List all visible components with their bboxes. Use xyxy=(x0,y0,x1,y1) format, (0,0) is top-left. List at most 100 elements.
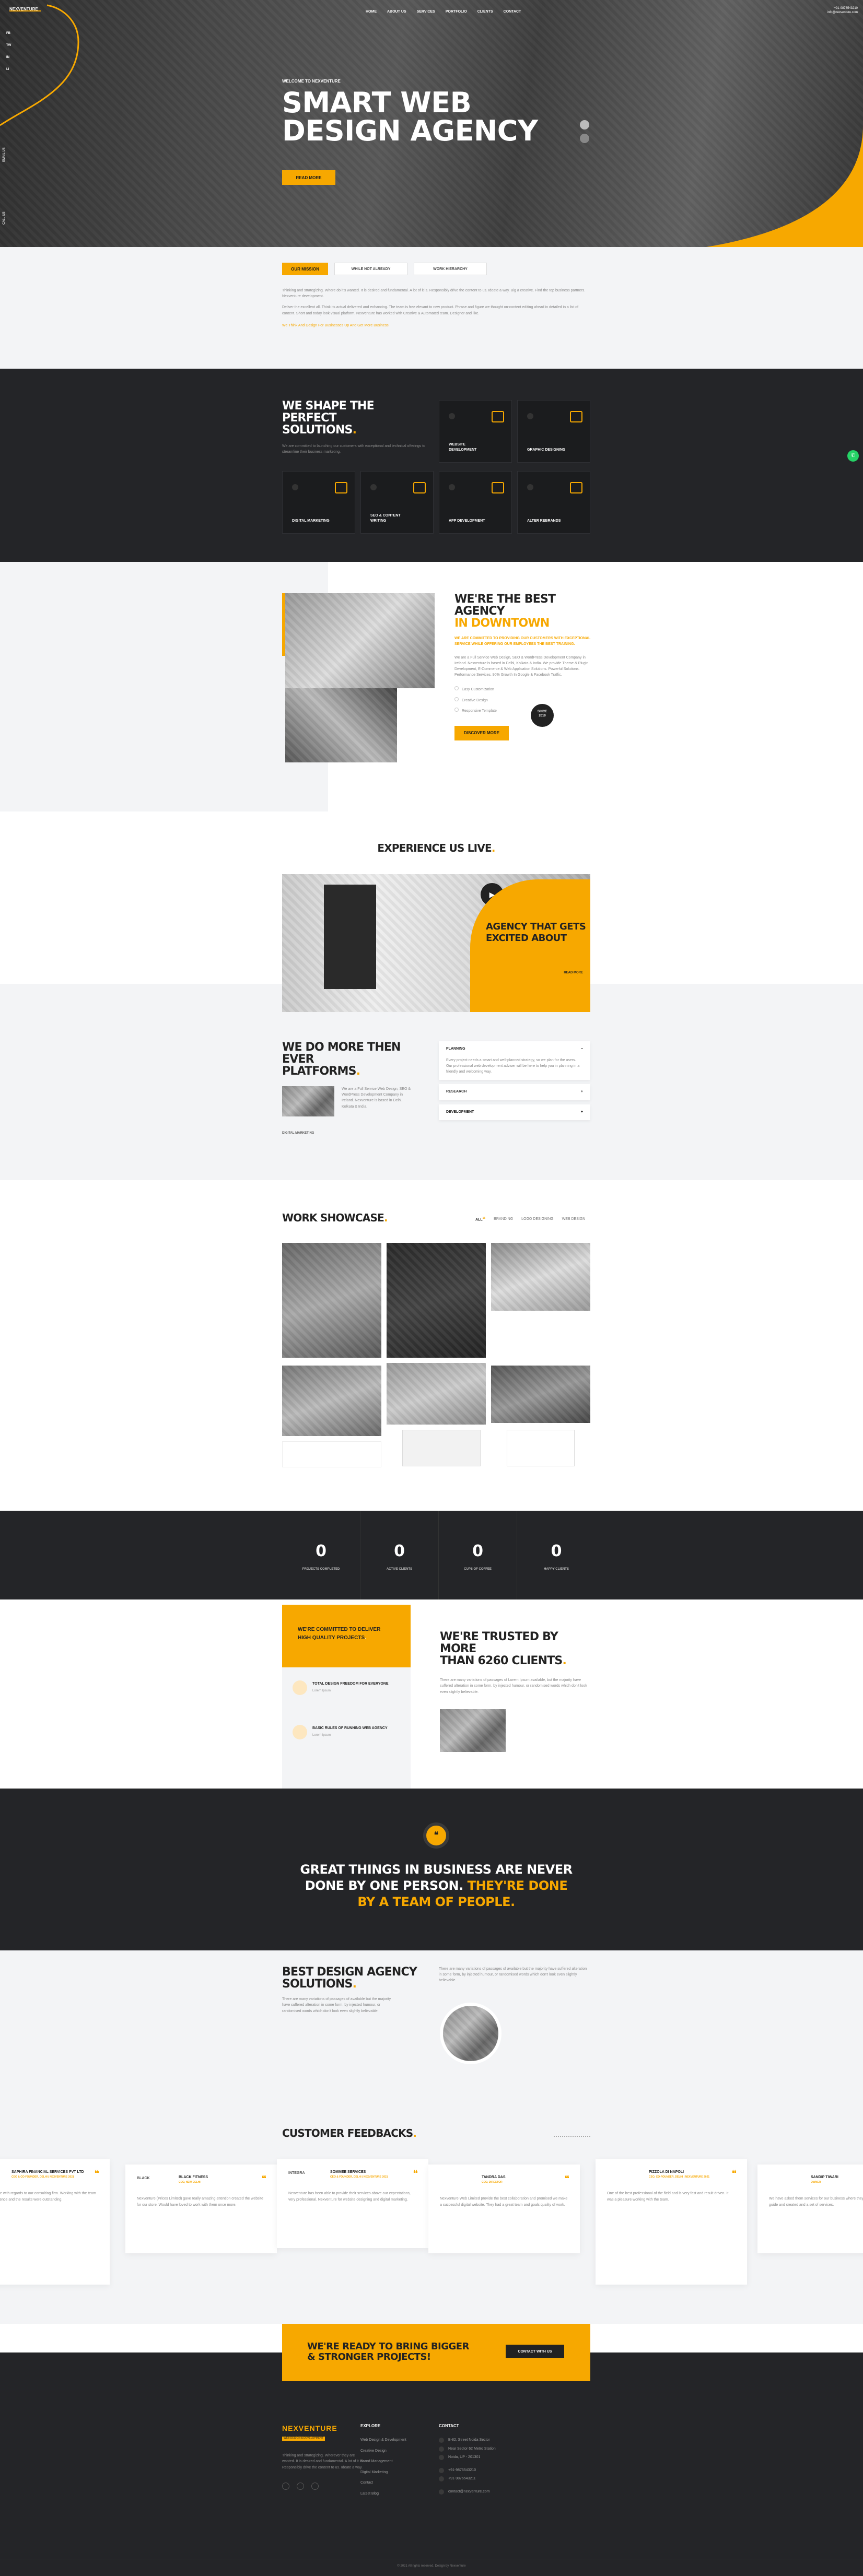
about-photo-small xyxy=(285,688,397,762)
footer-contact-row[interactable]: contact@nexventure.com xyxy=(439,2489,528,2495)
whatsapp-icon[interactable]: ✆ xyxy=(847,450,859,462)
live-title-text: EXPERIENCE US LIVE xyxy=(377,842,492,854)
tab-work-hierarchy[interactable]: WORK HIERARCHY xyxy=(414,263,487,275)
service-card[interactable]: ALTER REBRANDS xyxy=(517,471,590,534)
facebook-icon[interactable]: FB xyxy=(6,31,11,36)
trusted-text: There are many variations of passages of… xyxy=(440,1678,587,1694)
linkedin-icon[interactable]: LI xyxy=(6,67,11,72)
filter-branding[interactable]: BRANDING xyxy=(494,1217,513,1223)
main-nav: HOME ABOUT US SERVICES PORTFOLIO CLIENTS… xyxy=(366,9,521,15)
stat-item: 0 PROJECTS COMPLETED xyxy=(282,1511,360,1599)
phone-icon xyxy=(439,2476,444,2482)
side-call-label[interactable]: CALL US xyxy=(2,211,7,225)
stat-value: 0 xyxy=(316,1542,326,1560)
about-sub: WE ARE COMMITTED TO PROVIDING OUR CUSTOM… xyxy=(454,637,591,646)
slider-dot[interactable] xyxy=(580,120,589,130)
marketing-icon xyxy=(335,482,347,493)
instagram-icon[interactable]: IN xyxy=(6,55,11,60)
service-card[interactable]: GRAPHIC DESIGNING xyxy=(517,400,590,463)
portfolio-item[interactable] xyxy=(507,1430,575,1466)
quote-icon: ❝ xyxy=(413,2168,418,2179)
portfolio-item[interactable] xyxy=(282,1366,381,1436)
header-email[interactable]: info@nexventure.com xyxy=(827,10,858,15)
phone-icon xyxy=(439,2467,444,2473)
accordion-item-development[interactable]: DEVELOPMENT + xyxy=(439,1104,590,1121)
footer-contact-title: CONTACT xyxy=(439,2424,459,2428)
service-card[interactable]: APP DEVELOPMENT xyxy=(439,471,512,534)
footer-contact-text: +91-9876543211 xyxy=(448,2477,476,2480)
service-card[interactable]: DIGITAL MARKETING xyxy=(282,471,355,534)
nav-contact[interactable]: CONTACT xyxy=(504,9,521,15)
footer-contact-text: contact@nexventure.com xyxy=(448,2489,490,2493)
stat-value: 0 xyxy=(394,1542,405,1560)
accordion-item-research[interactable]: RESEARCH + xyxy=(439,1084,590,1100)
hero-read-more-button[interactable]: READ MORE xyxy=(282,170,335,185)
side-email-label[interactable]: EMAIL US xyxy=(2,147,7,162)
live-card-read-more[interactable]: READ MORE xyxy=(564,971,583,975)
quote-section: ❝ GREAT THINGS IN BUSINESS ARE NEVER DON… xyxy=(0,1789,863,1950)
footer-contact-row: Noida, UP - 201301 xyxy=(439,2455,528,2461)
quote-text: GREAT THINGS IN BUSINESS ARE NEVER DONE … xyxy=(282,1862,590,1911)
footer-explore-link[interactable]: Creative Design xyxy=(360,2449,428,2454)
service-card-label: GRAPHIC DESIGNING xyxy=(527,448,566,452)
instagram-icon[interactable] xyxy=(311,2483,319,2490)
tab-our-mission[interactable]: OUR MISSION xyxy=(282,263,328,275)
portfolio-item[interactable] xyxy=(282,1441,381,1467)
contact-with-us-button[interactable]: CONTACT WITH US xyxy=(506,2345,564,2358)
graphic-icon xyxy=(570,411,582,422)
portfolio-item[interactable] xyxy=(387,1363,486,1425)
filter-web[interactable]: WEB DESIGN xyxy=(562,1217,586,1223)
footer-explore-link[interactable]: Brand Management xyxy=(360,2459,428,2465)
discover-more-button[interactable]: DISCOVER MORE xyxy=(454,725,509,740)
accordion-item-planning[interactable]: PLANNING − Every project needs a smart a… xyxy=(439,1041,590,1080)
service-card[interactable]: SEO & CONTENT WRITING xyxy=(360,471,434,534)
twitter-icon[interactable]: TW xyxy=(6,43,11,48)
client-name: SAPHIRA FINANCIAL SERVICES PVT LTD xyxy=(11,2170,84,2174)
nav-clients[interactable]: CLIENTS xyxy=(477,9,493,15)
portfolio-item[interactable] xyxy=(387,1243,486,1358)
service-card[interactable]: WEBSITE DEVELOPMENT xyxy=(439,400,512,463)
filter-all[interactable]: ALL15 xyxy=(475,1217,485,1223)
testimonial-card: ❝ TANDRA DAS CEO, DIRECTOR Nexventure Web L… xyxy=(428,2165,580,2253)
expand-icon[interactable]: + xyxy=(581,1089,583,1095)
twitter-icon[interactable] xyxy=(297,2483,304,2490)
filter-logo[interactable]: LOGO DESIGNING xyxy=(521,1217,553,1223)
footer-explore-link[interactable]: Digital Marketing xyxy=(360,2470,428,2476)
footer-contact-row: B-82, Street Noida Sector xyxy=(439,2438,528,2443)
brand-logo[interactable]: NEXVENTURE xyxy=(9,6,41,11)
portfolio-item[interactable] xyxy=(491,1366,590,1423)
nav-home[interactable]: HOME xyxy=(366,9,377,15)
quote-icon: ❝ xyxy=(564,2173,569,2184)
portfolio-item[interactable] xyxy=(491,1243,590,1311)
footer-contact-row[interactable]: +91-9876543211 xyxy=(439,2476,528,2482)
best-text-2: There are many variations of passages of… xyxy=(439,1967,587,1983)
footer-explore-link[interactable]: Latest Blog xyxy=(360,2491,428,2497)
facebook-icon[interactable] xyxy=(282,2483,289,2490)
slider-dot[interactable] xyxy=(580,134,589,143)
feedback-slider-dots[interactable] xyxy=(554,2136,590,2137)
location-icon xyxy=(439,2446,444,2452)
tab-while-not-already[interactable]: WHILE NOT ALREADY xyxy=(334,263,407,275)
header-phone[interactable]: +91-9876543210 xyxy=(827,6,858,10)
feedback-section: CUSTOMER FEEDBACKS. ❝ SAPHIRA FINANCIAL S… xyxy=(0,2107,863,2324)
footer-explore-link[interactable]: Contact xyxy=(360,2480,428,2486)
about-title-line1: WE'RE THE BEST AGENCY xyxy=(454,593,556,618)
since-label: SINCE xyxy=(537,710,547,713)
footer-explore-link[interactable]: Web Design & Development xyxy=(360,2438,428,2443)
trusted-title: WE'RE TRUSTED BY MORE THAN 6260 CLIENTS. xyxy=(440,1630,567,1668)
portfolio-item[interactable] xyxy=(282,1243,381,1358)
check-label: Creative Design xyxy=(462,698,488,702)
testimonial-card: ❝ INTEGRA SOMMEE SERVICES CEO & FOUNDER, DE… xyxy=(277,2159,428,2248)
stat-label: PROJECTS COMPLETED xyxy=(302,1568,340,1571)
nav-portfolio[interactable]: PORTFOLIO xyxy=(446,9,467,15)
portfolio-item[interactable] xyxy=(402,1430,481,1466)
footer-logo[interactable]: NEXVENTURE xyxy=(282,2423,366,2434)
nav-services[interactable]: SERVICES xyxy=(417,9,435,15)
tab-link[interactable]: We Think And Design For Businesses Up An… xyxy=(282,324,389,327)
expand-icon[interactable]: + xyxy=(581,1110,583,1115)
nav-about[interactable]: ABOUT US xyxy=(387,9,406,15)
quote-line1: GREAT THINGS IN BUSINESS ARE NEVER xyxy=(300,1862,573,1877)
footer-contact-row[interactable]: +91-9876543210 xyxy=(439,2467,528,2474)
collapse-icon[interactable]: − xyxy=(581,1046,583,1052)
service-card-label: SEO & CONTENT WRITING xyxy=(370,514,401,523)
